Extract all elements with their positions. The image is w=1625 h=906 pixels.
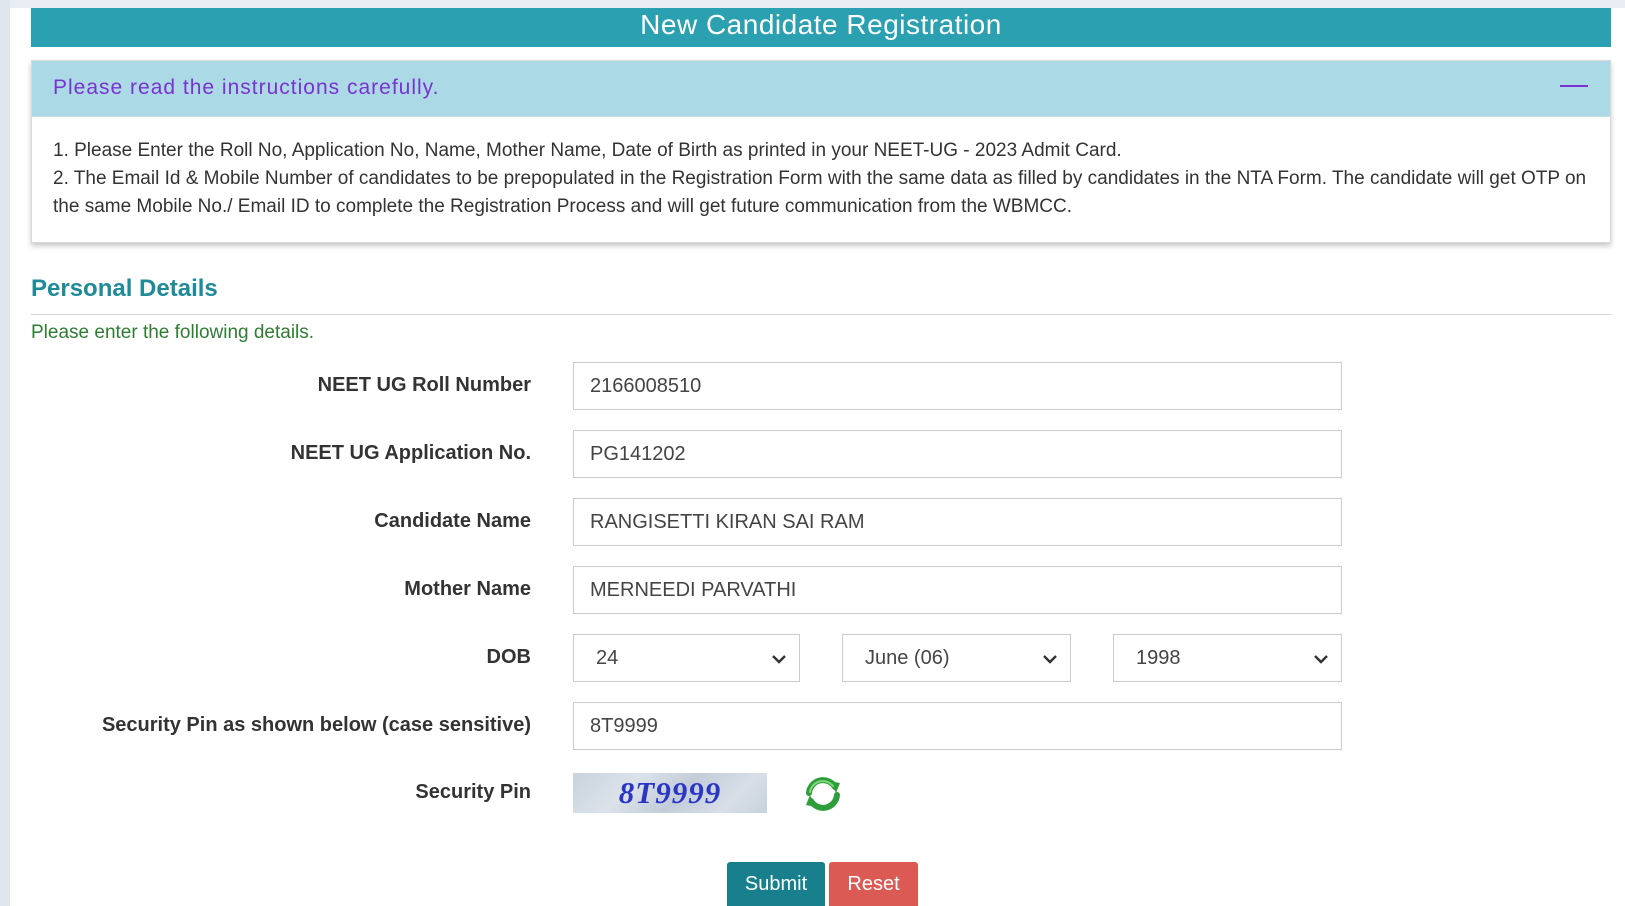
mother-name-input[interactable] [573, 566, 1342, 614]
application-no-input[interactable] [573, 430, 1342, 478]
application-no-label: NEET UG Application No. [290, 442, 531, 464]
section-divider [31, 314, 1611, 315]
chevron-down-icon [772, 655, 786, 664]
security-pin-input[interactable] [573, 702, 1342, 750]
instruction-item: 2. The Email Id & Mobile Number of candi… [53, 168, 1587, 217]
dob-month-value: June (06) [865, 647, 950, 669]
dob-day-select[interactable]: 24 [573, 634, 800, 682]
security-pin-input-row: Security Pin as shown below (case sensit… [0, 702, 1625, 750]
candidate-name-row: Candidate Name [0, 498, 1625, 546]
roll-number-label: NEET UG Roll Number [317, 374, 531, 396]
chevron-down-icon [1314, 655, 1328, 664]
submit-button[interactable]: Submit [727, 862, 825, 906]
security-pin-input-label: Security Pin as shown below (case sensit… [101, 714, 531, 736]
instructions-title: Please read the instructions carefully. [53, 76, 440, 99]
roll-number-row: NEET UG Roll Number [0, 362, 1625, 410]
candidate-name-input[interactable] [573, 498, 1342, 546]
section-title: Personal Details [31, 275, 218, 302]
dob-label: DOB [486, 646, 531, 668]
security-pin-row: Security Pin 8T9999 [0, 773, 1625, 821]
roll-number-input[interactable] [573, 362, 1342, 410]
instructions-body: 1. Please Enter the Roll No, Application… [32, 117, 1610, 221]
mother-name-label: Mother Name [404, 578, 531, 600]
dob-row: DOB 24 June (06) 1998 [0, 634, 1625, 682]
instructions-header[interactable]: Please read the instructions carefully. [32, 61, 1610, 117]
dob-month-select[interactable]: June (06) [842, 634, 1071, 682]
instructions-panel: Please read the instructions carefully. … [31, 60, 1611, 243]
refresh-icon[interactable] [800, 771, 846, 817]
dob-year-value: 1998 [1136, 647, 1181, 669]
section-subtitle: Please enter the following details. [31, 322, 315, 343]
application-no-row: NEET UG Application No. [0, 430, 1625, 478]
top-border [0, 0, 1625, 8]
minus-icon[interactable] [1560, 85, 1588, 87]
candidate-name-label: Candidate Name [374, 510, 531, 532]
reset-button[interactable]: Reset [829, 862, 918, 906]
dob-day-value: 24 [596, 647, 619, 669]
mother-name-row: Mother Name [0, 566, 1625, 614]
chevron-down-icon [1043, 655, 1057, 664]
captcha-image: 8T9999 [573, 773, 767, 813]
instruction-item: 1. Please Enter the Roll No, Application… [53, 140, 1122, 161]
page-title: New Candidate Registration [31, 8, 1611, 47]
dob-year-select[interactable]: 1998 [1113, 634, 1342, 682]
security-pin-label: Security Pin [415, 781, 531, 803]
